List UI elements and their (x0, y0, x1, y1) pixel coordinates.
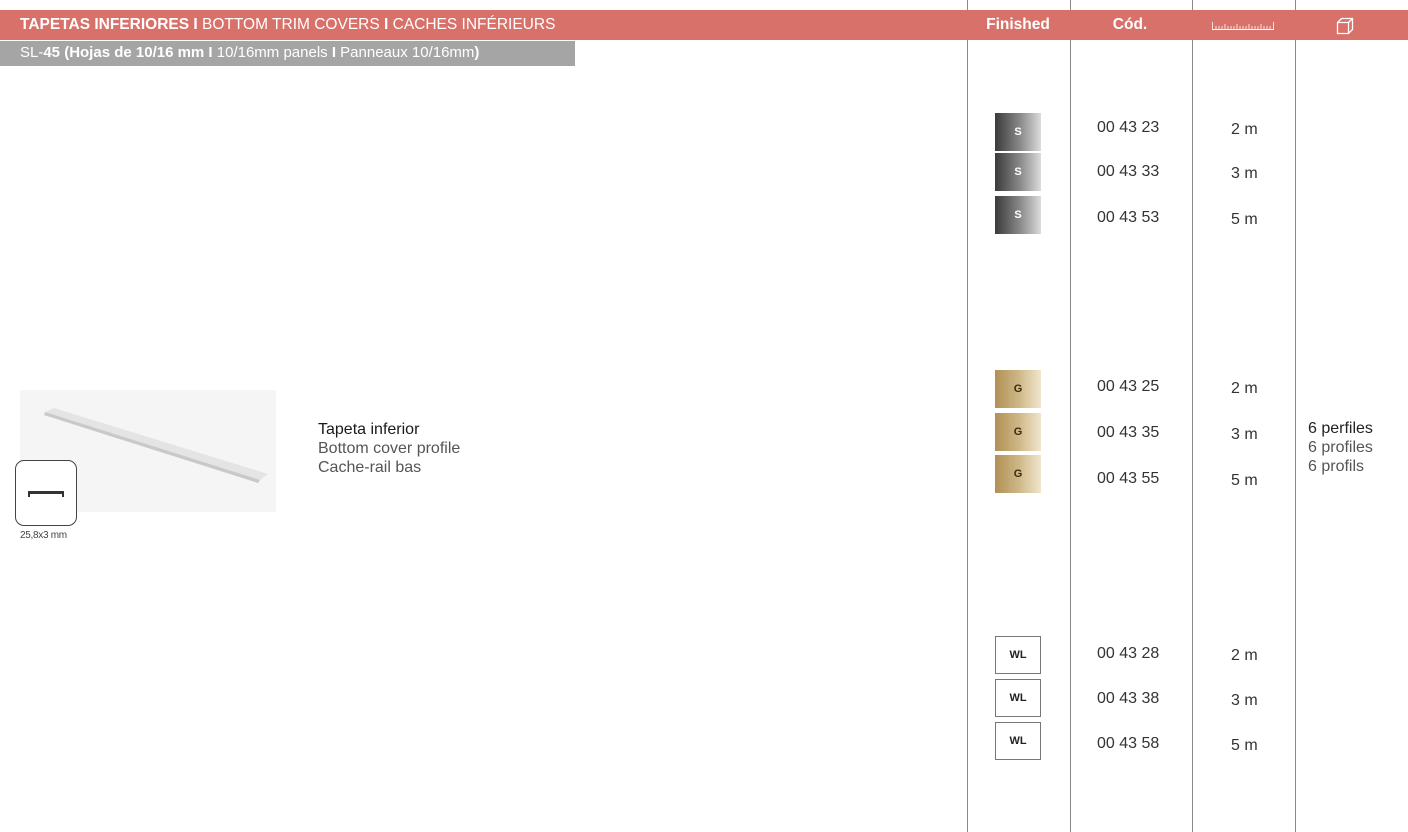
finish-badge-gold: G (995, 455, 1041, 493)
product-name-en: Bottom cover profile (318, 440, 461, 457)
title-en: BOTTOM TRIM COVERS (197, 16, 385, 33)
product-code: 00 43 25 (1097, 378, 1160, 395)
product-length: 5 m (1231, 211, 1258, 228)
section-title: TAPETAS INFERIORES I BOTTOM TRIM COVERS … (20, 16, 555, 34)
profile-section-icon (15, 460, 77, 526)
product-length: 3 m (1231, 426, 1258, 443)
product-length: 2 m (1231, 121, 1258, 138)
package-fr: 6 profils (1308, 458, 1365, 475)
box-icon (1336, 17, 1354, 35)
package-quantity: 6 perfiles 6 profiles 6 profils (1308, 419, 1373, 476)
column-divider (1295, 0, 1296, 832)
ruler-icon (1212, 22, 1274, 30)
col-code-header: Cód. (1112, 16, 1148, 33)
profile-shape (28, 491, 64, 497)
finish-badge-satin: S (995, 113, 1041, 151)
product-code: 00 43 38 (1097, 690, 1160, 707)
package-es: 6 perfiles (1308, 420, 1373, 437)
column-divider (1192, 0, 1193, 832)
product-code: 00 43 35 (1097, 424, 1160, 441)
product-length: 5 m (1231, 472, 1258, 489)
title-es: TAPETAS INFERIORES I (20, 16, 198, 33)
product-name-es: Tapeta inferior (318, 421, 420, 438)
finish-badge-satin: S (995, 196, 1041, 234)
product-length: 3 m (1231, 165, 1258, 182)
product-length: 2 m (1231, 647, 1258, 664)
col-finished-header: Finished (986, 16, 1050, 33)
product-code: 00 43 23 (1097, 119, 1160, 136)
finish-badge-gold: G (995, 370, 1041, 408)
product-code: 00 43 33 (1097, 163, 1160, 180)
column-divider (967, 0, 968, 832)
column-divider (1070, 0, 1071, 832)
title-fr: CACHES INFÉRIEURS (388, 16, 556, 33)
finish-badge-white: WL (995, 722, 1041, 760)
product-code: 00 43 58 (1097, 735, 1160, 752)
product-code: 00 43 53 (1097, 209, 1160, 226)
product-description: Tapeta inferior Bottom cover profile Cac… (318, 420, 460, 477)
table-header: TAPETAS INFERIORES I BOTTOM TRIM COVERS … (0, 10, 1408, 40)
product-code: 00 43 55 (1097, 470, 1160, 487)
finish-badge-white: WL (995, 636, 1041, 674)
product-length: 3 m (1231, 692, 1258, 709)
finish-badge-white: WL (995, 679, 1041, 717)
finish-badge-gold: G (995, 413, 1041, 451)
product-code: 00 43 28 (1097, 645, 1160, 662)
finish-badge-satin: S (995, 153, 1041, 191)
subtitle-text: SL-45 (Hojas de 10/16 mm I 10/16mm panel… (20, 44, 480, 61)
product-length: 2 m (1231, 380, 1258, 397)
profile-dimension: 25,8x3 mm (20, 530, 67, 541)
product-name-fr: Cache-rail bas (318, 459, 422, 476)
product-length: 5 m (1231, 737, 1258, 754)
package-en: 6 profiles (1308, 439, 1373, 456)
subtitle-bar: SL-45 (Hojas de 10/16 mm I 10/16mm panel… (0, 41, 575, 66)
